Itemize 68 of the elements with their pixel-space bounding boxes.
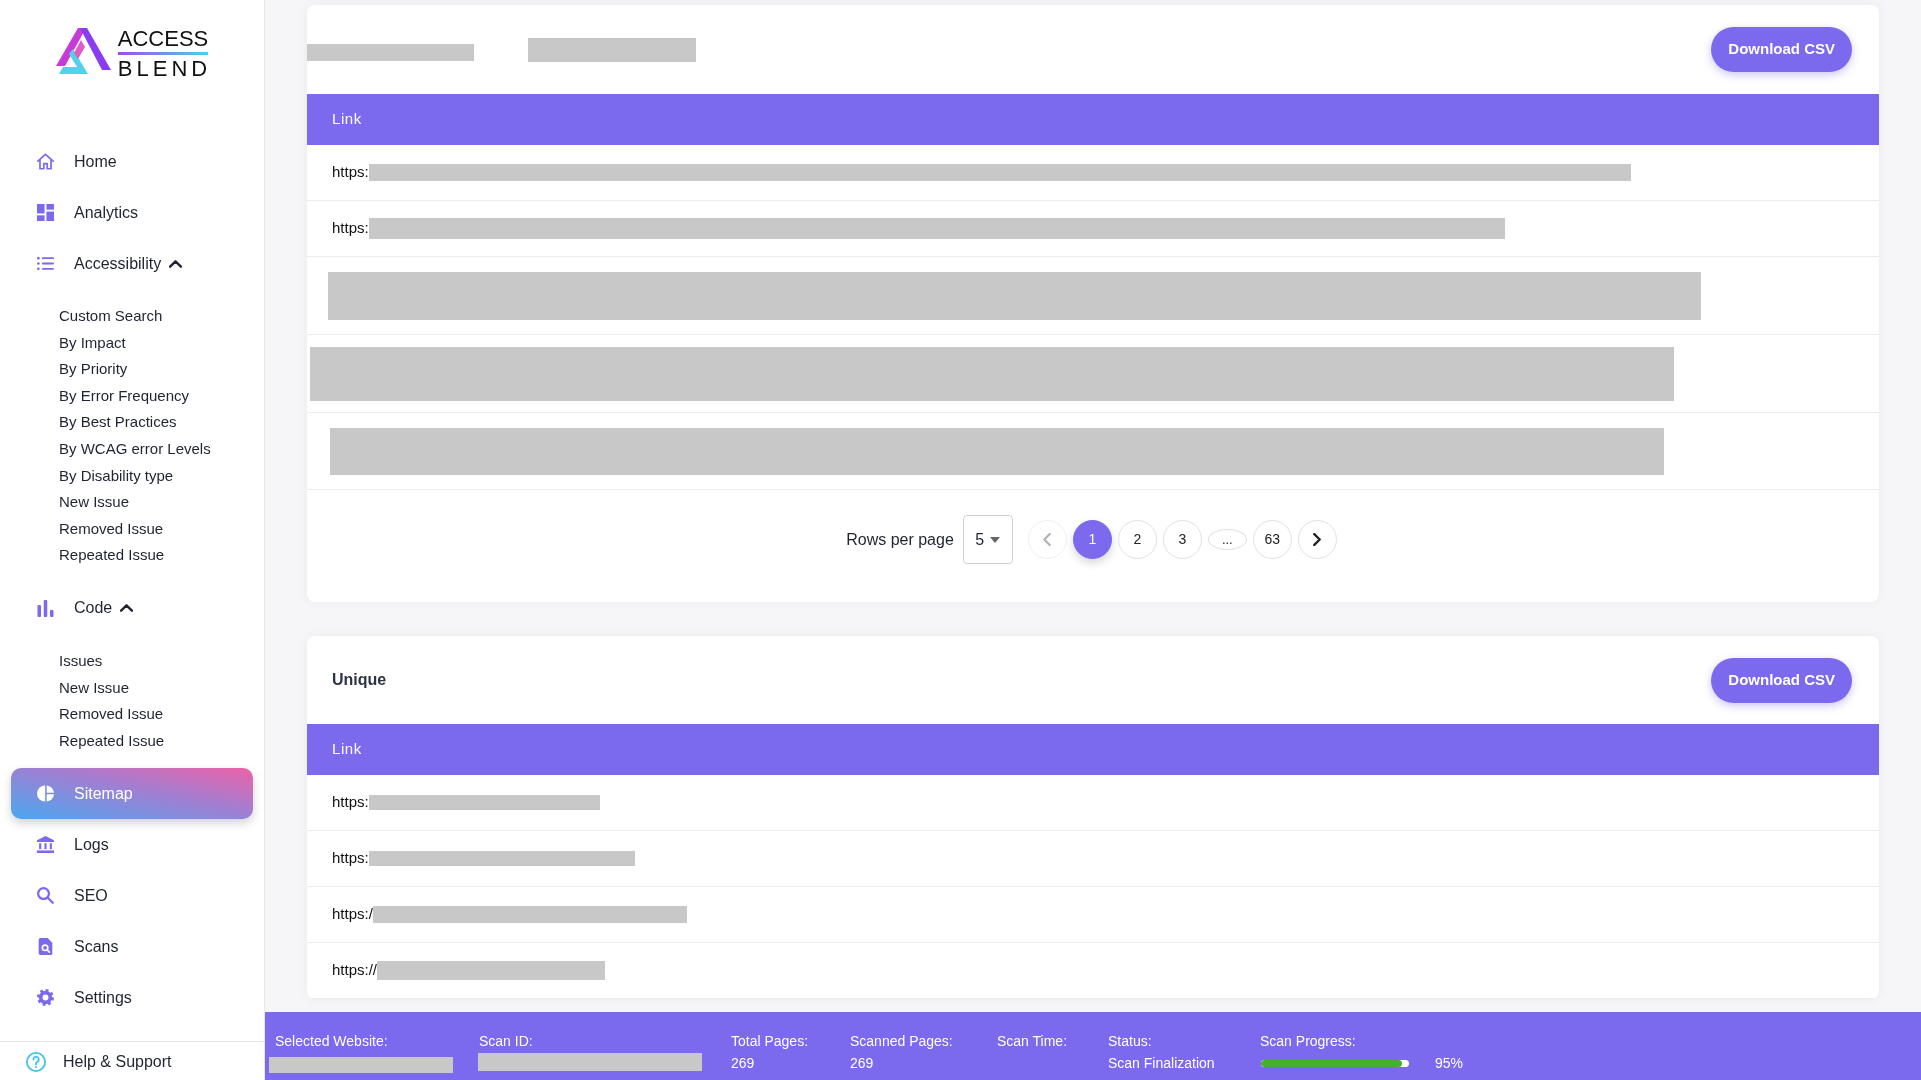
submenu-item[interactable]: Repeated Issue [59, 542, 165, 569]
document-search-icon [37, 938, 54, 956]
home-icon [37, 153, 54, 170]
logo-text: BLEND [117, 57, 212, 81]
logo-text: ACCESS [117, 28, 209, 55]
status-label: Scan Progress: [1260, 1032, 1356, 1051]
submenu-item[interactable]: By Impact [59, 329, 126, 357]
url-text: https:/ [332, 904, 373, 925]
help-icon [26, 1052, 46, 1072]
submenu-item[interactable]: By Error Frequency [59, 382, 190, 410]
status-label: Scan ID: [479, 1032, 533, 1051]
rows-per-page-select[interactable]: 5 [962, 515, 1013, 564]
submenu-item[interactable]: Repeated Issue [59, 727, 165, 755]
url-text: https: [332, 162, 369, 183]
nav-item[interactable]: SEO [11, 870, 253, 922]
nav-item[interactable]: Scans [11, 921, 253, 973]
column-header: Link [307, 724, 1879, 775]
column-header: Link [307, 94, 1879, 145]
help-link[interactable]: Help & Support [26, 1050, 172, 1074]
progress-reading: 95% [1435, 1054, 1464, 1073]
bar-chart-icon [37, 599, 54, 617]
submenu-item[interactable]: Issues [59, 647, 103, 675]
page-button[interactable]: 1 [1072, 520, 1112, 559]
nav-item[interactable]: Settings [11, 972, 253, 1024]
rows-per-page-label: Rows per page [846, 529, 954, 550]
status-label: Scan Time: [997, 1032, 1068, 1051]
settings-icon [37, 989, 54, 1007]
nav-item[interactable]: Logs [11, 819, 253, 871]
submenu-item[interactable]: By Best Practices [59, 409, 177, 436]
download-csv-button[interactable]: Download CSV [1711, 27, 1852, 72]
nav-item[interactable]: Analytics [11, 187, 253, 238]
status-label: Scanned Pages: [850, 1032, 953, 1051]
page-button[interactable]: 3 [1162, 520, 1202, 559]
submenu-item[interactable]: New Issue [59, 489, 130, 516]
submenu-item[interactable]: By Priority [59, 356, 128, 383]
submenu-item[interactable]: Removed Issue [59, 515, 164, 543]
submenu-item[interactable]: Removed Issue [59, 701, 164, 728]
next-page-button[interactable] [1297, 520, 1337, 559]
page-button[interactable]: 63 [1252, 520, 1292, 559]
nav-item[interactable]: Accessibility [11, 238, 253, 289]
submenu-item[interactable]: Custom Search [59, 303, 163, 330]
caret-down-icon [990, 536, 1001, 543]
status-label: Status: [1108, 1032, 1152, 1051]
chevron-left-icon [1043, 533, 1052, 546]
nav-item[interactable]: Home [11, 136, 253, 187]
dashboard-icon [37, 204, 54, 221]
chevron-right-icon [1313, 533, 1322, 546]
status-value: 269 [731, 1054, 755, 1073]
url-text: https: [332, 848, 369, 869]
list-icon [37, 255, 54, 272]
url-text: https:// [332, 960, 378, 981]
submenu-item[interactable]: By WCAG error Levels [59, 435, 211, 463]
pie-chart-icon [37, 785, 54, 803]
page-button[interactable]: 2 [1117, 520, 1157, 559]
status-value: Scan Finalization [1108, 1054, 1215, 1073]
url-text: https: [332, 218, 369, 239]
nav-item[interactable]: Code [11, 582, 253, 634]
status-label: Total Pages: [731, 1032, 809, 1051]
search-icon [37, 887, 54, 905]
more-pages-button[interactable]: ... [1207, 529, 1247, 550]
download-csv-button[interactable]: Download CSV [1711, 657, 1852, 703]
status-value: 269 [850, 1054, 874, 1073]
status-label: Selected Website: [275, 1032, 388, 1051]
bank-building-icon [37, 836, 54, 854]
submenu-item[interactable]: New Issue [59, 674, 130, 702]
submenu-item[interactable]: By Disability type [59, 462, 174, 490]
url-text: https: [332, 792, 369, 813]
card-title: Unique [332, 670, 387, 690]
